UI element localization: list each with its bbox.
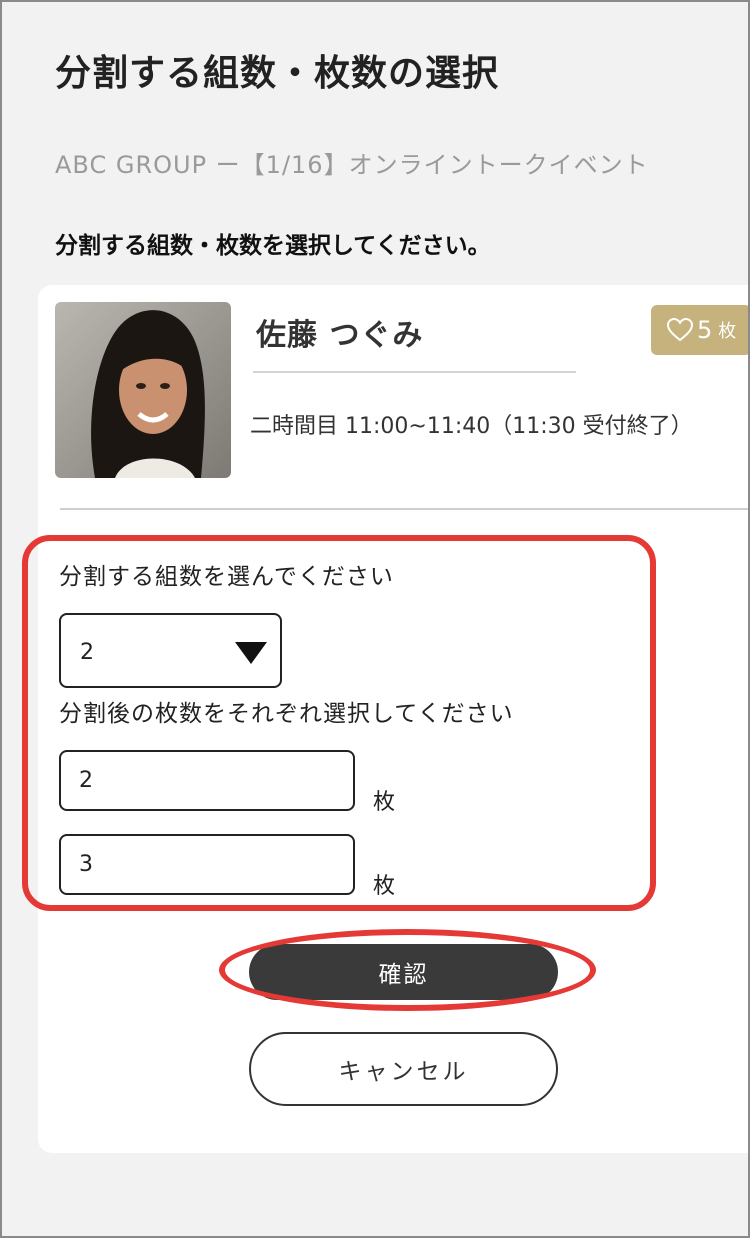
instruction-text: 分割する組数・枚数を選択してください。: [55, 233, 491, 259]
cancel-button[interactable]: キャンセル: [249, 1032, 558, 1106]
timeslot-text: 二時間目 11:00~11:40（11:30 受付終了）: [250, 414, 693, 439]
page-title: 分割する組数・枚数の選択: [55, 53, 500, 94]
event-subtitle: ABC GROUP ー【1/16】オンライントークイベント: [55, 151, 649, 179]
member-photo: [55, 302, 231, 478]
confirm-highlight-outline: [219, 929, 596, 1011]
badge-unit: 枚: [718, 321, 737, 342]
form-highlight-outline: [22, 535, 656, 911]
ticket-count-badge: 5 枚: [651, 305, 750, 355]
heart-outline-icon: [666, 317, 694, 342]
name-underline: [253, 371, 576, 373]
member-name: 佐藤 つぐみ: [256, 318, 424, 353]
section-divider: [60, 508, 750, 510]
badge-count: 5: [697, 316, 713, 344]
